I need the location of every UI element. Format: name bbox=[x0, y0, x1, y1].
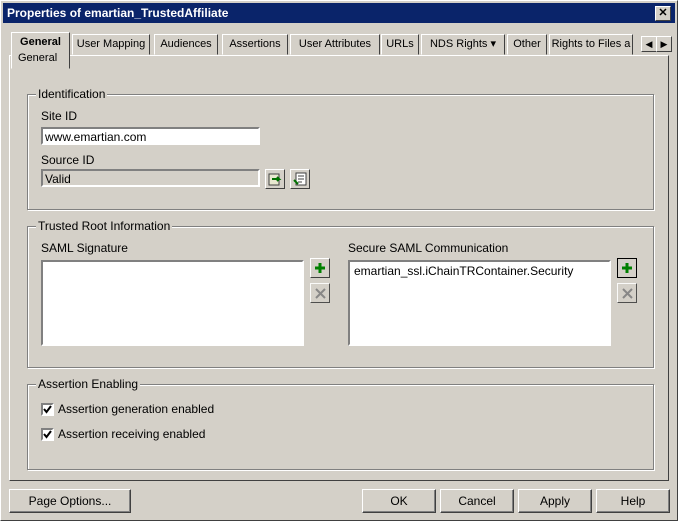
subtab-general[interactable]: General bbox=[18, 49, 57, 68]
tab-assertions[interactable]: Assertions bbox=[222, 34, 288, 55]
assertion-generation-checkbox[interactable] bbox=[41, 403, 54, 416]
assertion-generation-label[interactable]: Assertion generation enabled bbox=[58, 402, 214, 416]
trusted-root-legend: Trusted Root Information bbox=[36, 219, 173, 233]
tab-nds-rights[interactable]: NDS Rights ▾ bbox=[421, 34, 505, 55]
secure-saml-add-button[interactable] bbox=[617, 258, 637, 278]
tab-general[interactable]: General General bbox=[11, 32, 70, 69]
list-item[interactable]: emartian_ssl.iChainTRContainer.Security bbox=[354, 264, 605, 278]
source-id-field[interactable]: Valid bbox=[41, 169, 260, 187]
secure-saml-label: Secure SAML Communication bbox=[348, 241, 509, 255]
saml-signature-delete-button[interactable] bbox=[310, 283, 330, 303]
checkmark-icon bbox=[43, 430, 52, 439]
title-bar: Properties of emartian_TrustedAffiliate … bbox=[3, 3, 675, 23]
close-button[interactable]: ✕ bbox=[655, 6, 671, 21]
tab-user-mapping[interactable]: User Mapping bbox=[72, 34, 150, 55]
secure-saml-list[interactable]: emartian_ssl.iChainTRContainer.Security bbox=[348, 260, 611, 346]
source-id-edit-button[interactable] bbox=[265, 169, 285, 189]
tab-rights-to-files[interactable]: Rights to Files a bbox=[549, 34, 633, 55]
ok-button[interactable]: OK bbox=[362, 489, 436, 513]
page-options-button[interactable]: Page Options... bbox=[9, 489, 131, 513]
identification-legend: Identification bbox=[36, 87, 108, 101]
identification-group: Identification Site ID www.emartian.com … bbox=[27, 87, 654, 210]
window-title: Properties of emartian_TrustedAffiliate bbox=[7, 6, 229, 20]
history-icon bbox=[293, 172, 307, 186]
saml-signature-list[interactable] bbox=[41, 260, 304, 346]
saml-signature-label: SAML Signature bbox=[41, 241, 128, 255]
delete-icon bbox=[622, 288, 633, 299]
tab-urls[interactable]: URLs bbox=[381, 34, 419, 55]
assertion-receiving-checkbox[interactable] bbox=[41, 428, 54, 441]
site-id-field[interactable]: www.emartian.com bbox=[41, 127, 260, 145]
tab-scroll-right-icon[interactable]: ▶ bbox=[656, 36, 672, 52]
properties-dialog: Properties of emartian_TrustedAffiliate … bbox=[0, 0, 678, 521]
assertion-enabling-legend: Assertion Enabling bbox=[36, 377, 141, 391]
tab-scroll: ◀ ▶ bbox=[641, 36, 672, 52]
general-page: Identification Site ID www.emartian.com … bbox=[9, 55, 669, 481]
source-id-history-button[interactable] bbox=[290, 169, 310, 189]
assertion-receiving-label[interactable]: Assertion receiving enabled bbox=[58, 427, 205, 441]
trusted-root-group: Trusted Root Information SAML Signature … bbox=[27, 219, 654, 368]
tab-general-label: General bbox=[20, 36, 61, 48]
tab-audiences[interactable]: Audiences bbox=[154, 34, 218, 55]
assertion-enabling-group: Assertion Enabling Assertion generation … bbox=[27, 377, 654, 470]
help-button[interactable]: Help bbox=[596, 489, 670, 513]
saml-signature-add-button[interactable] bbox=[310, 258, 330, 278]
close-icon: ✕ bbox=[658, 7, 668, 19]
tab-scroll-left-icon[interactable]: ◀ bbox=[641, 36, 657, 52]
add-icon bbox=[622, 263, 632, 273]
delete-icon bbox=[315, 288, 326, 299]
tab-other[interactable]: Other bbox=[507, 34, 547, 55]
site-id-label: Site ID bbox=[41, 109, 78, 123]
source-id-label: Source ID bbox=[41, 153, 95, 167]
cancel-button[interactable]: Cancel bbox=[440, 489, 514, 513]
edit-object-icon bbox=[268, 173, 282, 186]
tab-strip: General General User Mapping Audiences A… bbox=[11, 32, 672, 69]
checkmark-icon bbox=[43, 405, 52, 414]
add-icon bbox=[315, 263, 325, 273]
secure-saml-delete-button[interactable] bbox=[617, 283, 637, 303]
apply-button[interactable]: Apply bbox=[518, 489, 592, 513]
tab-user-attributes[interactable]: User Attributes bbox=[290, 34, 380, 55]
